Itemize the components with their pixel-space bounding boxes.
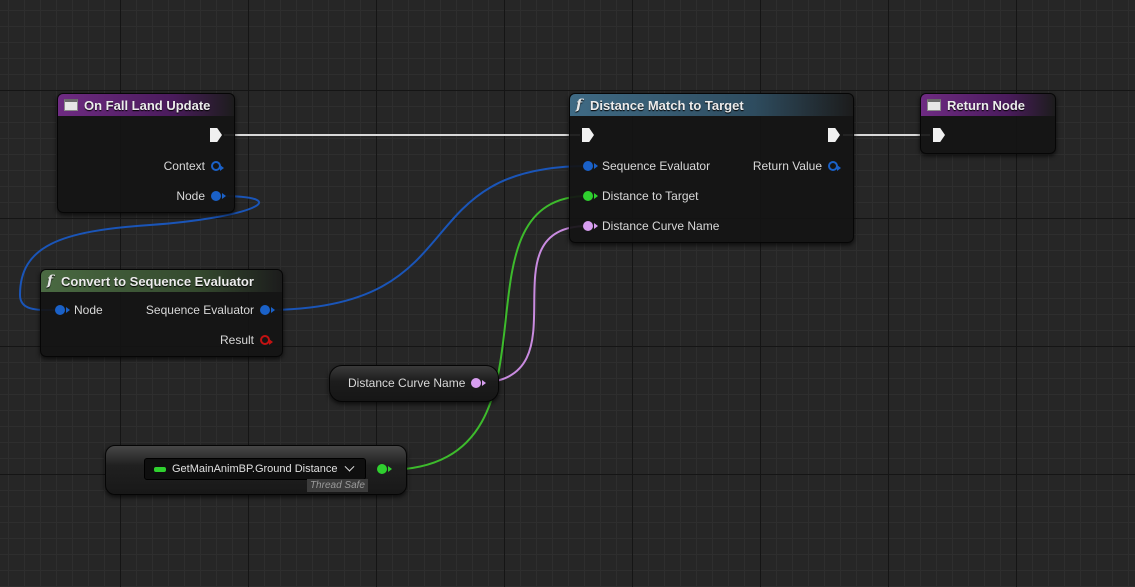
exec-arrow-icon [933, 128, 945, 142]
node-title: Convert to Sequence Evaluator [61, 273, 254, 289]
wire-ground-distance[interactable] [385, 195, 589, 471]
exec-arrow-icon [210, 128, 222, 142]
node-header: f Convert to Sequence Evaluator [41, 270, 282, 292]
exec-in-pin[interactable] [582, 128, 594, 142]
thread-safe-badge: Thread Safe [306, 479, 368, 492]
sequence-evaluator-pin-row[interactable]: Sequence Evaluator [583, 159, 710, 173]
struct-pin-icon[interactable] [828, 161, 841, 171]
name-pin-icon[interactable] [583, 221, 598, 231]
struct-pin-icon[interactable] [583, 161, 598, 171]
distance-to-target-pin-row[interactable]: Distance to Target [583, 189, 699, 203]
return-value-label: Return Value [752, 159, 822, 173]
sequence-evaluator-output-label: Sequence Evaluator [145, 303, 254, 317]
chevron-down-icon [344, 461, 354, 472]
distance-curve-name-pin-row[interactable]: Distance Curve Name [583, 219, 719, 233]
float-pin-icon[interactable] [377, 464, 392, 474]
distance-to-target-label: Distance to Target [602, 189, 699, 203]
node-input-pin-row[interactable]: Node [55, 303, 103, 317]
struct-pin-icon[interactable] [211, 161, 224, 171]
struct-pin-icon[interactable] [55, 305, 70, 315]
node-title: Distance Match to Target [590, 97, 744, 113]
struct-pin-icon[interactable] [211, 191, 226, 201]
exec-arrow-icon [828, 128, 840, 142]
distance-curve-name-label: Distance Curve Name [602, 219, 720, 233]
return-node-icon [927, 99, 941, 111]
sequence-evaluator-output-row[interactable]: Sequence Evaluator [145, 303, 275, 317]
context-pin-row[interactable]: Context [163, 159, 224, 173]
property-path-dropdown[interactable]: GetMainAnimBP.Ground Distance [144, 458, 366, 480]
function-f-icon: f [47, 273, 54, 289]
node-pin-row[interactable]: Node [176, 189, 226, 203]
wire-evaluator-to-distance-match[interactable] [265, 165, 589, 311]
exec-out-pin[interactable] [210, 128, 222, 142]
result-output-label: Result [219, 333, 254, 347]
exec-in-pin[interactable] [933, 128, 945, 142]
exec-arrow-icon [582, 128, 594, 142]
float-type-icon [154, 466, 166, 472]
wire-curve-name[interactable] [475, 225, 589, 384]
property-path-value: GetMainAnimBP.Ground Distance [172, 463, 338, 475]
struct-pin-icon[interactable] [260, 305, 275, 315]
sequence-evaluator-label: Sequence Evaluator [602, 159, 711, 173]
float-pin-icon[interactable] [583, 191, 598, 201]
function-f-icon: f [576, 97, 583, 113]
node-input-label: Node [74, 303, 103, 317]
node-title: Return Node [947, 97, 1025, 113]
node-header: Return Node [921, 94, 1055, 116]
return-node[interactable]: Return Node [920, 93, 1056, 154]
ground-distance-output-pin[interactable] [377, 464, 392, 474]
curve-variable-label: Distance Curve Name [348, 376, 466, 390]
event-node-icon [64, 99, 78, 111]
ground-distance-property-node[interactable]: GetMainAnimBP.Ground Distance Thread Saf… [105, 445, 407, 495]
result-output-row[interactable]: Result [219, 333, 273, 347]
context-pin-label: Context [163, 159, 205, 173]
node-header: On Fall Land Update [58, 94, 234, 116]
node-header: f Distance Match to Target [570, 94, 853, 116]
node-title: On Fall Land Update [84, 97, 211, 113]
node-pin-label: Node [176, 189, 205, 203]
name-pin-icon[interactable] [471, 378, 487, 388]
return-value-pin-row[interactable]: Return Value [752, 159, 841, 173]
bool-pin-icon[interactable] [260, 335, 273, 345]
exec-out-pin[interactable] [828, 128, 840, 142]
curve-variable-row[interactable]: Distance Curve Name [348, 376, 487, 390]
